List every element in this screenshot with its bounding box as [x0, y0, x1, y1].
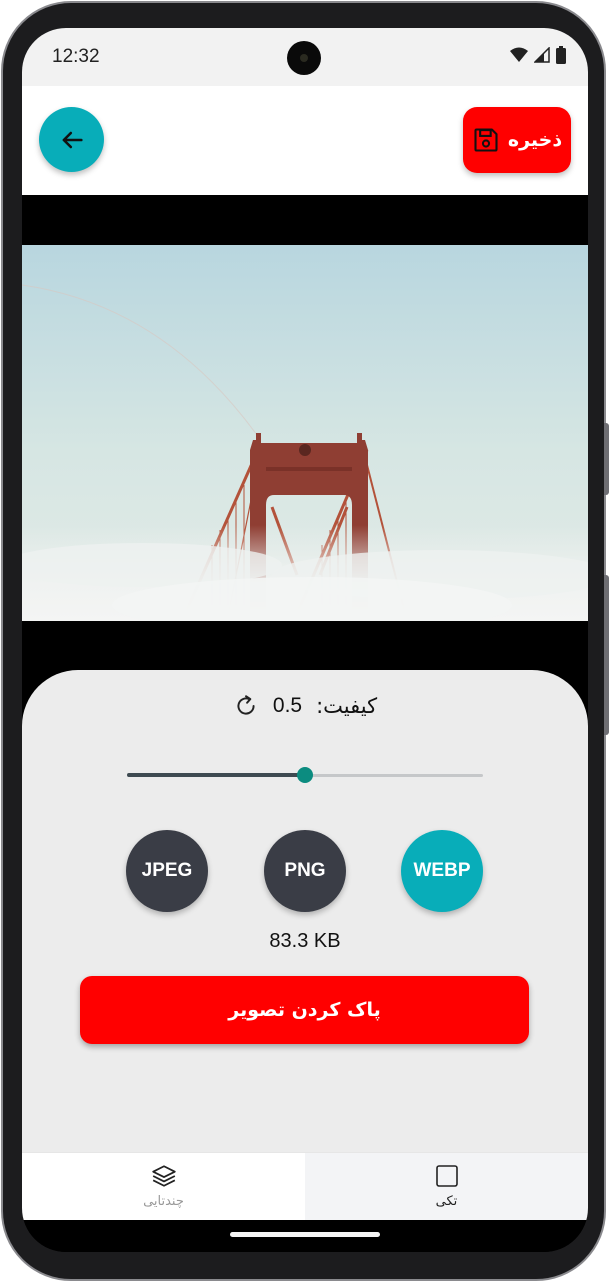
nav-label-single: تکی [435, 1194, 458, 1209]
settings-sheet: 0.5 کیفیت: JPEG PNG WEBP 83.3 KB پاک کرد… [22, 670, 588, 1152]
screen: 12:32 ذخیره 0.5 کیفیت: JPEG PNG WEBP 83.… [22, 28, 588, 1252]
preview-image [22, 245, 588, 621]
bridge-photo [22, 245, 588, 621]
volume-button [604, 575, 609, 735]
phone-frame: 12:32 ذخیره 0.5 کیفیت: JPEG PNG WEBP 83.… [1, 1, 609, 1281]
save-button-label: ذخیره [507, 129, 563, 151]
power-button [604, 423, 609, 495]
bottom-navigation: چندتایی تکی [22, 1152, 588, 1220]
save-button[interactable]: ذخیره [463, 107, 571, 173]
quality-value: 0.5 [272, 694, 303, 717]
slider-fill [127, 773, 305, 777]
clear-image-button[interactable]: پاک کردن تصویر [80, 976, 529, 1044]
cellular-signal-icon [534, 47, 550, 63]
refresh-icon[interactable] [233, 693, 259, 719]
home-indicator[interactable] [230, 1232, 380, 1237]
format-selector: JPEG PNG WEBP [22, 830, 588, 914]
floppy-disk-icon [474, 128, 498, 152]
quality-slider[interactable] [127, 766, 483, 786]
quality-row: 0.5 کیفیت: [22, 688, 588, 724]
format-webp-button[interactable]: WEBP [401, 830, 483, 912]
format-png-button[interactable]: PNG [264, 830, 346, 912]
format-jpeg-button[interactable]: JPEG [126, 830, 208, 912]
file-size-label: 83.3 KB [269, 930, 341, 952]
front-camera [287, 41, 321, 75]
nav-label-multiple: چندتایی [143, 1194, 184, 1209]
slider-thumb[interactable] [297, 767, 313, 783]
quality-label: کیفیت: [316, 694, 378, 718]
status-bar: 12:32 [22, 28, 588, 86]
nav-item-single[interactable]: تکی [305, 1153, 588, 1220]
app-bar: ذخیره [22, 86, 588, 195]
status-icons [510, 46, 566, 64]
arrow-left-icon [62, 131, 83, 148]
battery-icon [556, 46, 566, 64]
wifi-icon [510, 47, 528, 62]
layers-icon [151, 1165, 176, 1187]
nav-item-multiple[interactable]: چندتایی [22, 1153, 305, 1220]
status-time: 12:32 [52, 46, 100, 67]
back-button[interactable] [39, 107, 104, 172]
square-icon [435, 1165, 458, 1187]
